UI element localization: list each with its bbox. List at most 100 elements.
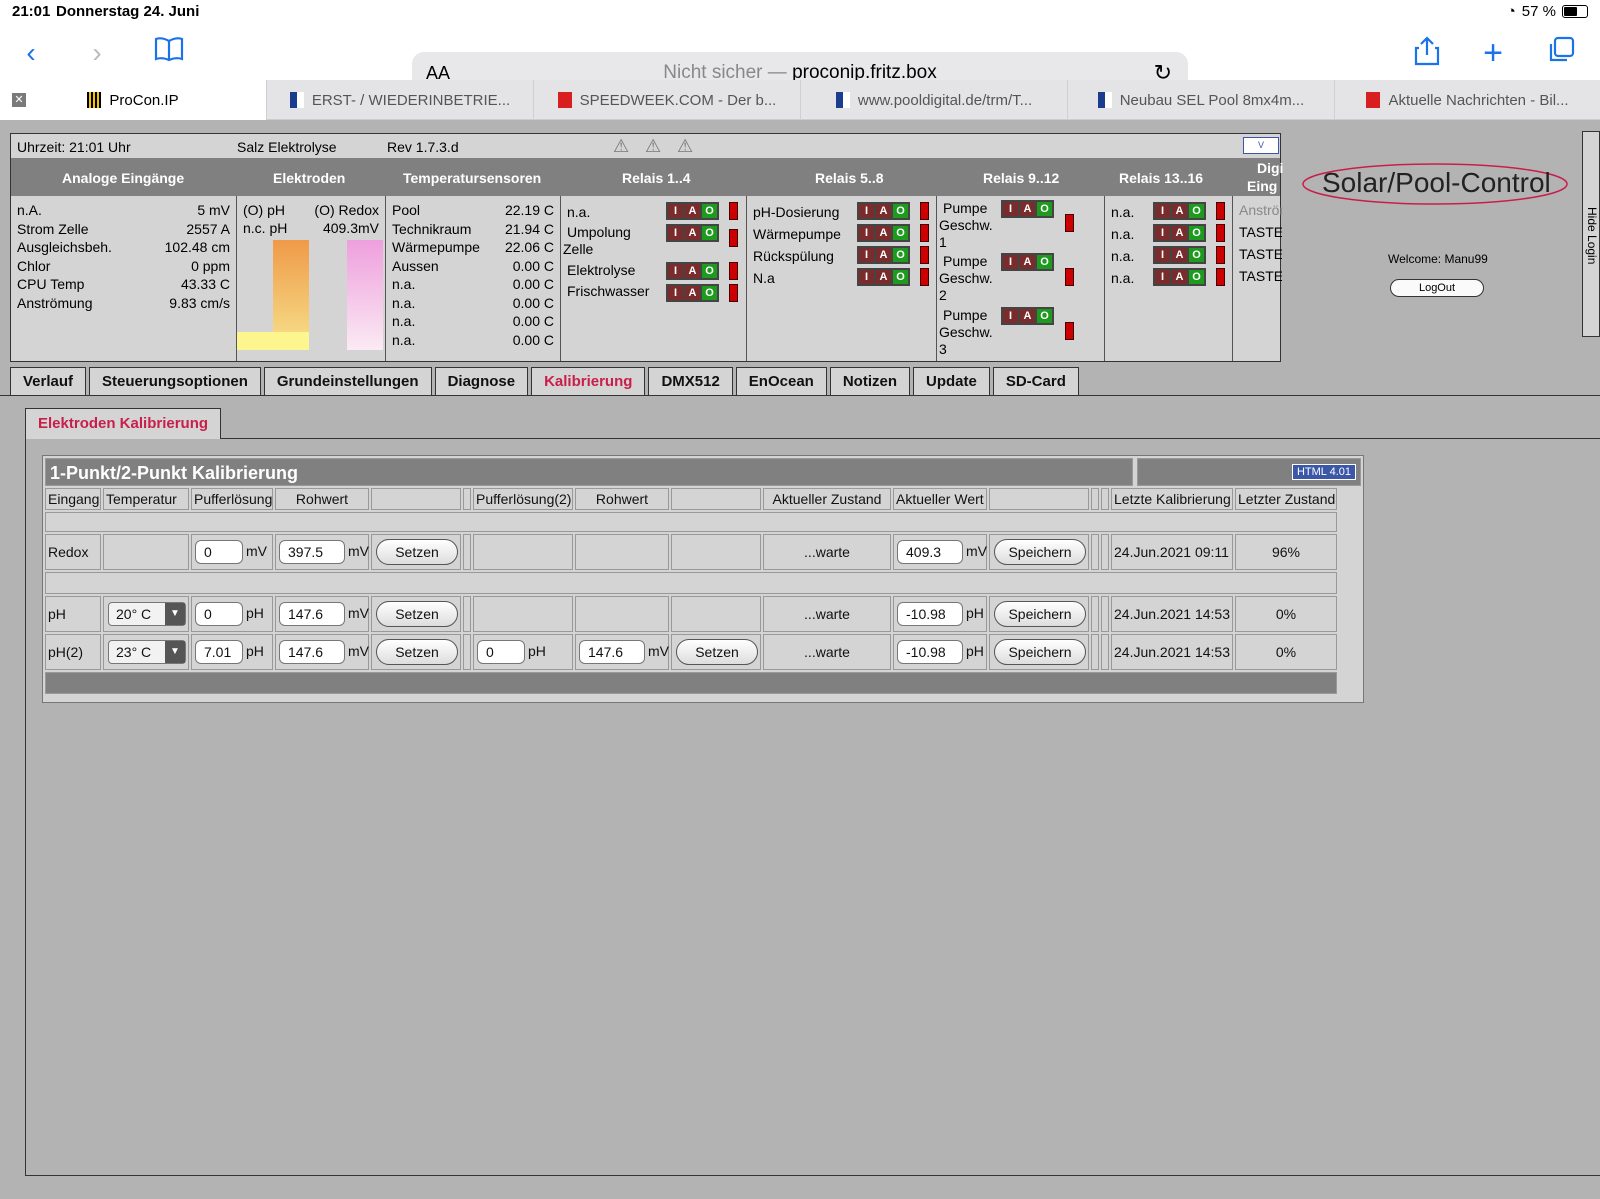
set-button[interactable]: Setzen: [376, 601, 458, 627]
current-value-field[interactable]: -10.98: [897, 602, 963, 626]
bookmarks-icon[interactable]: [152, 36, 186, 70]
raw2-value-input[interactable]: 147.6: [579, 640, 645, 664]
relay-iao-switch[interactable]: IAO: [1001, 253, 1054, 271]
relay-iao-switch[interactable]: IAO: [1153, 224, 1206, 242]
clock-text: Uhrzeit: 21:01 Uhr: [17, 139, 131, 155]
relay-iao-switch[interactable]: IAO: [857, 224, 910, 242]
browser-tab-4[interactable]: www.pooldigital.de/trm/T...: [800, 80, 1067, 120]
save-button[interactable]: Speichern: [994, 539, 1086, 565]
analog-row: Strom Zelle 2557 A: [17, 221, 230, 237]
relay-iao-switch[interactable]: IAO: [666, 262, 719, 280]
buffer-input[interactable]: 0: [195, 540, 243, 564]
tab-diagnose[interactable]: Diagnose: [434, 367, 529, 395]
hide-login-button[interactable]: Hide Login: [1582, 131, 1600, 337]
row-cell: [671, 596, 761, 632]
tab-dmx512[interactable]: DMX512: [648, 367, 733, 395]
save-button[interactable]: Speichern: [994, 639, 1086, 665]
tab-grundeinstellungen[interactable]: Grundeinstellungen: [263, 367, 432, 395]
tab-notizen[interactable]: Notizen: [829, 367, 910, 395]
relay-iao-switch[interactable]: IAO: [1001, 307, 1054, 325]
relay-iao-switch[interactable]: IAO: [857, 202, 910, 220]
welcome-text: Welcome: Manu99: [1388, 252, 1488, 266]
digital-inputs-column: Anström TASTEF TASTEF TASTEF: [1233, 196, 1282, 361]
row-cell: [671, 534, 761, 570]
temperature-select[interactable]: 20° C ▼: [108, 602, 186, 626]
subtab-elektroden-kalibrierung[interactable]: Elektroden Kalibrierung: [25, 408, 222, 439]
new-tab-icon[interactable]: +: [1476, 36, 1510, 70]
column-header: Aktueller Zustand: [763, 488, 891, 510]
unit-label: mV: [348, 643, 369, 659]
relay-iao-switch[interactable]: IAO: [1153, 202, 1206, 220]
row-cell: 147.6 mV: [275, 634, 369, 670]
tab-enocean[interactable]: EnOcean: [735, 367, 827, 395]
tab-update[interactable]: Update: [913, 367, 990, 395]
ph-level-base: [237, 332, 309, 350]
relay-iao-switch[interactable]: IAO: [1153, 246, 1206, 264]
browser-tab-procon[interactable]: ✕ ProCon.IP: [0, 80, 266, 120]
browser-tab-2[interactable]: ERST- / WIEDERINBETRIE...: [266, 80, 533, 120]
unit-label: mV: [348, 543, 369, 559]
relay-iao-switch[interactable]: IAO: [857, 246, 910, 264]
relay-status-led: [920, 224, 929, 242]
battery-percent: 57 %: [1521, 3, 1556, 20]
current-value-field[interactable]: 409.3: [897, 540, 963, 564]
row-cell: 0 pH: [473, 634, 573, 670]
buffer-input[interactable]: 7.01: [195, 640, 243, 664]
temp-row: Pool 22.19 C: [392, 202, 554, 218]
column-header: Letzter Zustand: [1235, 488, 1337, 510]
row-cell: 397.5 mV: [275, 534, 369, 570]
digital-input-label: TASTEF: [1239, 246, 1282, 262]
svg-text:Solar/Pool-Control: Solar/Pool-Control: [1322, 167, 1551, 198]
tab-verlauf[interactable]: Verlauf: [10, 367, 87, 395]
save-button[interactable]: Speichern: [994, 601, 1086, 627]
relay-iao-switch[interactable]: IAO: [857, 268, 910, 286]
tab-steuerungsoptionen[interactable]: Steuerungsoptionen: [89, 367, 261, 395]
tab-sd-card[interactable]: SD-Card: [992, 367, 1079, 395]
row-spacer: [1101, 534, 1109, 570]
relay-iao-switch[interactable]: IAO: [666, 202, 719, 220]
speedweek-favicon: [557, 92, 572, 108]
row-spacer: [463, 534, 471, 570]
temperature-select[interactable]: 23° C ▼: [108, 640, 186, 664]
set2-button[interactable]: Setzen: [676, 639, 758, 665]
row-cell: 409.3 mV: [893, 534, 987, 570]
close-tab-icon[interactable]: ✕: [12, 93, 26, 107]
relay-iao-switch[interactable]: IAO: [1153, 268, 1206, 286]
share-icon[interactable]: [1410, 36, 1444, 70]
raw-value-input[interactable]: 397.5: [279, 540, 345, 564]
row-cell: 147.6 mV: [275, 596, 369, 632]
row-cell: Setzen: [371, 596, 461, 632]
logout-button[interactable]: LogOut: [1390, 279, 1484, 297]
browser-tab-3[interactable]: SPEEDWEEK.COM - Der b...: [533, 80, 800, 120]
buffer-input[interactable]: 0: [195, 602, 243, 626]
browser-tab-5[interactable]: Neubau SEL Pool 8mx4m...: [1067, 80, 1334, 120]
raw-value-input[interactable]: 147.6: [279, 640, 345, 664]
back-icon[interactable]: ‹: [14, 36, 48, 70]
tab-kalibrierung[interactable]: Kalibrierung: [531, 367, 646, 395]
relay-iao-switch[interactable]: IAO: [666, 284, 719, 302]
set-button[interactable]: Setzen: [376, 539, 458, 565]
column-header-blank: [371, 488, 461, 510]
row-cell: -10.98 pH: [893, 596, 987, 632]
forward-icon[interactable]: ›: [80, 36, 114, 70]
raw-value-input[interactable]: 147.6: [279, 602, 345, 626]
current-value-field[interactable]: -10.98: [897, 640, 963, 664]
analog-row: Ausgleichsbeh. 102.48 cm: [17, 239, 230, 255]
document-favicon: [835, 92, 850, 108]
set-button[interactable]: Setzen: [376, 639, 458, 665]
relay-iao-switch[interactable]: IAO: [666, 224, 719, 242]
relay-status-led: [729, 262, 738, 280]
analog-row: n.A. 5 mV: [17, 202, 230, 218]
elektroden-labels: (O) pH (O) Redox: [243, 202, 379, 218]
relay-label: Geschw.: [939, 324, 993, 340]
tabs-overview-icon[interactable]: [1544, 36, 1578, 70]
current-state: ...warte: [763, 596, 891, 632]
warning-icon: ⚠: [613, 136, 630, 156]
browser-tab-6[interactable]: Aktuelle Nachrichten - Bil...: [1334, 80, 1600, 120]
unit-label: pH: [966, 643, 984, 659]
relais-1-4-column: n.a. Umpolung Zelle Elektrolyse Frischwa…: [561, 196, 747, 361]
buffer2-input[interactable]: 0: [477, 640, 525, 664]
tab-divider: [0, 395, 1600, 396]
relay-iao-switch[interactable]: IAO: [1001, 200, 1054, 218]
column-header-blank: [989, 488, 1089, 510]
